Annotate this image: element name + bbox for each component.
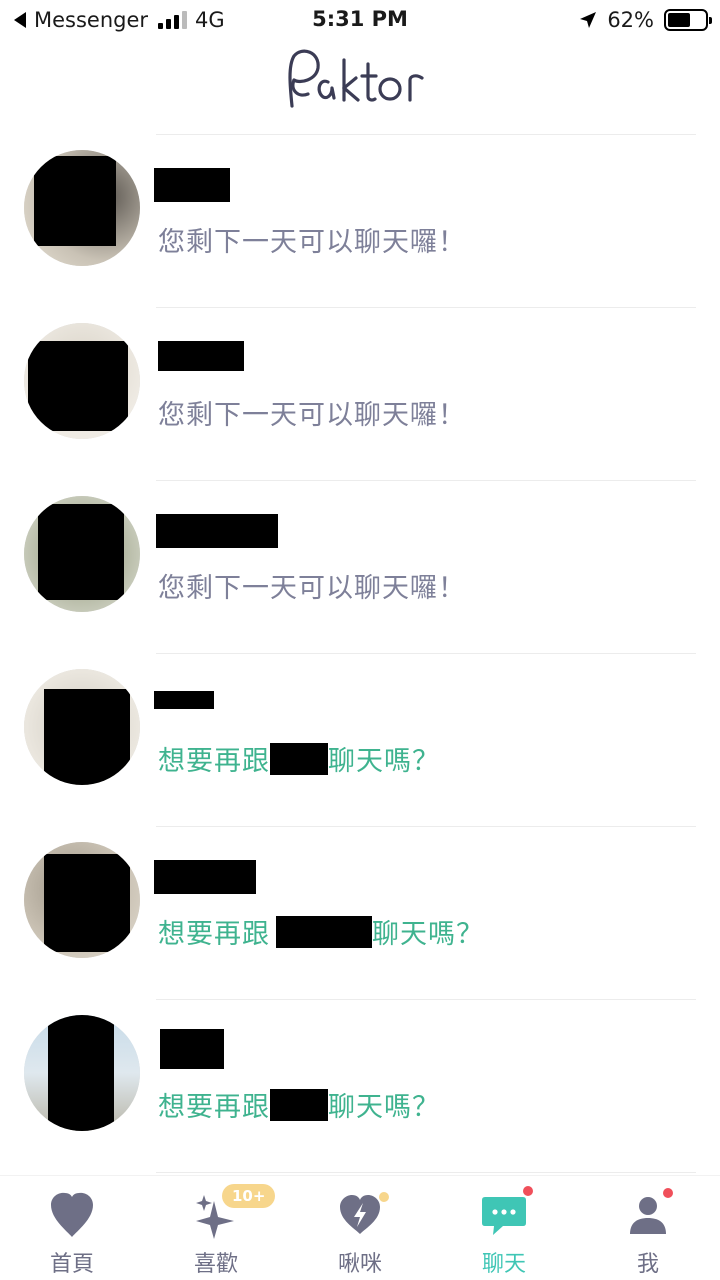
avatar-redaction [44,689,130,785]
tab-label: 喜歡 [193,1252,238,1277]
battery-icon [664,9,712,31]
message-suffix: 聊天嗎？ [372,919,484,950]
app-logo [0,46,720,118]
divider [156,999,696,1000]
message-suffix: 聊天嗎？ [328,1092,440,1123]
name-redaction [156,514,278,548]
avatar[interactable] [24,323,140,439]
message-prefix: 想要再跟 [158,1092,270,1123]
message-prefix: 想要再跟 [158,919,270,950]
divider [156,826,696,827]
last-message: 您剩下一天可以聊天囉！ [158,400,466,431]
status-bar: Messenger 4G 5:31 PM 62% [0,0,720,40]
chat-list: 您剩下一天可以聊天囉！ 您剩下一天可以聊天囉！ 您剩下一天可以聊天囉！ 想要再跟… [0,134,720,1176]
status-right: 62% [579,8,712,32]
message-suffix: 聊天嗎？ [328,746,440,777]
chat-notification-dot [523,1186,533,1196]
chat-row[interactable]: 想要再跟 聊天嗎？ [0,999,720,1172]
paktor-logo-icon [288,49,424,108]
name-redaction [158,341,244,371]
chat-row[interactable]: 您剩下一天可以聊天囉！ [0,480,720,653]
avatar[interactable] [24,496,140,612]
avatar[interactable] [24,150,140,266]
name-redaction [160,1029,224,1069]
tab-chat[interactable]: 聊天 [432,1176,576,1280]
avatar[interactable] [24,669,140,785]
tab-label: 首頁 [49,1252,94,1277]
chat-bubble-icon [479,1186,533,1240]
divider [156,1172,696,1173]
name-redaction [270,1088,328,1121]
message-prefix: 想要再跟 [158,746,270,777]
last-message: 您剩下一天可以聊天囉！ [158,227,466,258]
wink-notification-dot [379,1192,389,1202]
divider [156,653,696,654]
chat-row[interactable]: 您剩下一天可以聊天囉！ [0,134,720,307]
chat-row[interactable]: 想要再跟 聊天嗎？ [0,653,720,826]
chat-row[interactable]: 您剩下一天可以聊天囉！ [0,307,720,480]
chat-row[interactable]: 想要再跟 聊天嗎？ [0,826,720,999]
likes-badge: 10+ [222,1184,276,1208]
tab-me[interactable]: 我 [576,1176,720,1280]
tab-wink[interactable]: 啾咪 [288,1176,432,1280]
tab-label: 啾咪 [337,1252,382,1277]
last-message: 您剩下一天可以聊天囉！ [158,573,466,604]
avatar-redaction [38,504,124,600]
tab-label: 我 [636,1252,659,1277]
divider [156,480,696,481]
divider [156,134,696,135]
tab-label: 聊天 [481,1252,526,1277]
name-redaction [154,168,230,202]
divider [156,307,696,308]
heart-bolt-icon [335,1190,389,1240]
avatar-redaction [28,341,128,431]
tab-home[interactable]: 首頁 [0,1176,144,1280]
name-redaction [270,742,328,775]
tab-bar: 首頁 10+ 喜歡 啾咪 聊天 我 [0,1175,720,1280]
avatar[interactable] [24,842,140,958]
avatar-redaction [44,854,130,952]
avatar[interactable] [24,1015,140,1131]
tab-likes[interactable]: 10+ 喜歡 [144,1176,288,1280]
battery-percent: 62% [607,8,654,32]
name-redaction [154,860,256,894]
name-redaction [276,915,372,948]
last-message: 想要再跟 聊天嗎？ [158,739,440,778]
user-icon [623,1188,673,1240]
last-message: 想要再跟 聊天嗎？ [158,912,484,951]
avatar-redaction [48,1015,114,1131]
heart-drop-icon [47,1190,97,1240]
last-message: 想要再跟 聊天嗎？ [158,1085,440,1124]
avatar-redaction [34,156,116,246]
name-redaction [154,691,214,709]
location-arrow-icon [580,12,597,28]
me-notification-dot [663,1188,673,1198]
